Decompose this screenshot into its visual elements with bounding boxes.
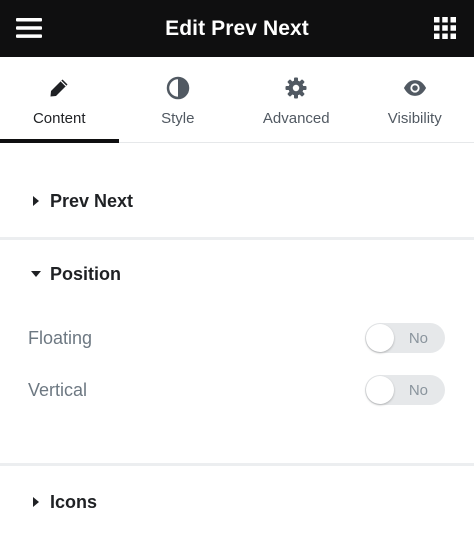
tab-label: Visibility bbox=[387, 110, 442, 127]
switch-knob bbox=[366, 376, 394, 404]
caret-down-icon bbox=[30, 268, 42, 280]
tab-content[interactable]: Content bbox=[0, 57, 119, 143]
apps-grid-icon[interactable] bbox=[434, 17, 456, 39]
switch-knob bbox=[366, 324, 394, 352]
tab-style[interactable]: Style bbox=[119, 57, 238, 142]
section-title: Icons bbox=[50, 491, 98, 512]
section-title: Prev Next bbox=[50, 190, 134, 211]
eye-icon bbox=[403, 76, 427, 100]
pencil-icon bbox=[47, 76, 71, 100]
vertical-switch[interactable]: No bbox=[365, 375, 445, 405]
caret-right-icon bbox=[30, 496, 42, 508]
control-label: Floating bbox=[28, 327, 93, 348]
tab-visibility[interactable]: Visibility bbox=[356, 57, 474, 142]
tab-label: Advanced bbox=[262, 110, 330, 127]
panel-tabs: Content Style Advanced Visibility bbox=[0, 57, 474, 143]
control-label: Vertical bbox=[28, 379, 88, 400]
floating-switch[interactable]: No bbox=[365, 323, 445, 353]
caret-right-icon bbox=[30, 195, 42, 207]
tab-label: Style bbox=[161, 110, 195, 127]
section-icons[interactable]: Icons bbox=[0, 466, 474, 538]
tab-advanced[interactable]: Advanced bbox=[237, 57, 356, 142]
panel-title: Edit Prev Next bbox=[165, 16, 309, 40]
switch-text: No bbox=[408, 330, 428, 347]
section-prev-next[interactable]: Prev Next bbox=[0, 165, 474, 237]
section-title: Position bbox=[50, 263, 121, 284]
section-position[interactable]: Position bbox=[0, 238, 474, 310]
tab-label: Content bbox=[32, 110, 86, 127]
switch-text: No bbox=[408, 382, 428, 399]
panel-header: Edit Prev Next bbox=[0, 0, 474, 57]
control-floating: Floating No bbox=[0, 320, 474, 356]
hamburger-menu-icon[interactable] bbox=[16, 17, 42, 39]
gear-icon bbox=[284, 76, 308, 100]
half-circle-icon bbox=[166, 76, 190, 100]
control-vertical: Vertical No bbox=[0, 372, 474, 408]
